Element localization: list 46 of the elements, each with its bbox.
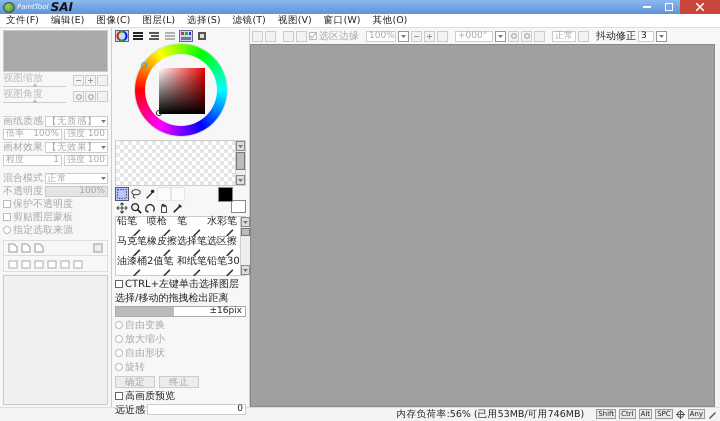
texture-label: 画纸质感 — [3, 114, 43, 128]
slider-label: 视图缩放 — [3, 74, 44, 84]
stabilizer-field[interactable]: 3 — [638, 30, 654, 42]
brush-slot[interactable]: 铅笔30 — [207, 257, 240, 277]
app-logo: SAI — [50, 1, 73, 13]
opacity-label: 不透明度 — [3, 184, 43, 198]
option-label: 自由变换 — [125, 318, 165, 332]
option-label: 自由形状 — [125, 346, 165, 360]
brush-slot[interactable]: 选区擦 — [207, 237, 240, 257]
memory-usage: 内存负荷率:56% (已用53MB/可用746MB) — [396, 408, 584, 420]
menu-item[interactable]: 图像(C) — [90, 14, 136, 27]
brush-slot[interactable]: 选择笔 — [177, 237, 207, 257]
brush-slot[interactable]: 油漆桶 — [117, 257, 147, 277]
brush-slot[interactable]: 铅笔 — [117, 217, 147, 237]
brush-slot[interactable]: 笔 — [177, 217, 207, 237]
blend-mode-label: 混合模式 — [3, 172, 43, 185]
drag-distance-label: 选择/移动的拖拽检出距离 — [115, 292, 230, 305]
option-label: 选区边缘 — [319, 30, 359, 43]
slider-value: ±16pix — [209, 307, 242, 316]
brush-slot[interactable]: 2值笔 — [147, 257, 177, 277]
slider-label: 视图角度 — [3, 90, 44, 100]
opacity-value: 100% — [79, 186, 105, 196]
menu-item[interactable]: 文件(F) — [0, 14, 45, 27]
option-label: CTRL+左键单击选择图层 — [125, 278, 239, 290]
stabilizer-label: 抖动修正 — [596, 30, 636, 43]
menu-item[interactable]: 其他(O) — [366, 14, 414, 27]
menu-item[interactable]: 编辑(E) — [44, 14, 90, 27]
menu-item[interactable]: 图层(L) — [136, 14, 182, 27]
option-label: 旋转 — [125, 360, 145, 374]
perspective-label: 远近感 — [115, 404, 145, 416]
menu-item[interactable]: 选择(S) — [181, 14, 227, 27]
menu-item[interactable]: 窗口(W) — [318, 14, 366, 27]
brush-slot[interactable]: 马克笔 — [117, 237, 147, 257]
option-label: 高画质预览 — [125, 390, 175, 402]
option-label: 剪贴图层蒙板 — [13, 210, 73, 224]
option-label: 指定选取来源 — [13, 224, 73, 237]
menu-item[interactable]: 滤镜(T) — [226, 14, 272, 27]
brush-slot[interactable]: 喷枪 — [147, 217, 177, 237]
option-label: 保护不透明度 — [13, 198, 73, 211]
brush-slot[interactable]: 橡皮擦 — [147, 237, 177, 257]
option-label: 放大缩小 — [125, 332, 165, 346]
brush-slot[interactable]: 水彩笔 — [207, 217, 240, 237]
perspective-field[interactable]: 0 — [147, 404, 246, 415]
brush-slot[interactable]: 和纸笔 — [177, 257, 207, 277]
effect-label: 画材效果 — [3, 140, 43, 154]
menu-item[interactable]: 视图(V) — [272, 14, 318, 27]
